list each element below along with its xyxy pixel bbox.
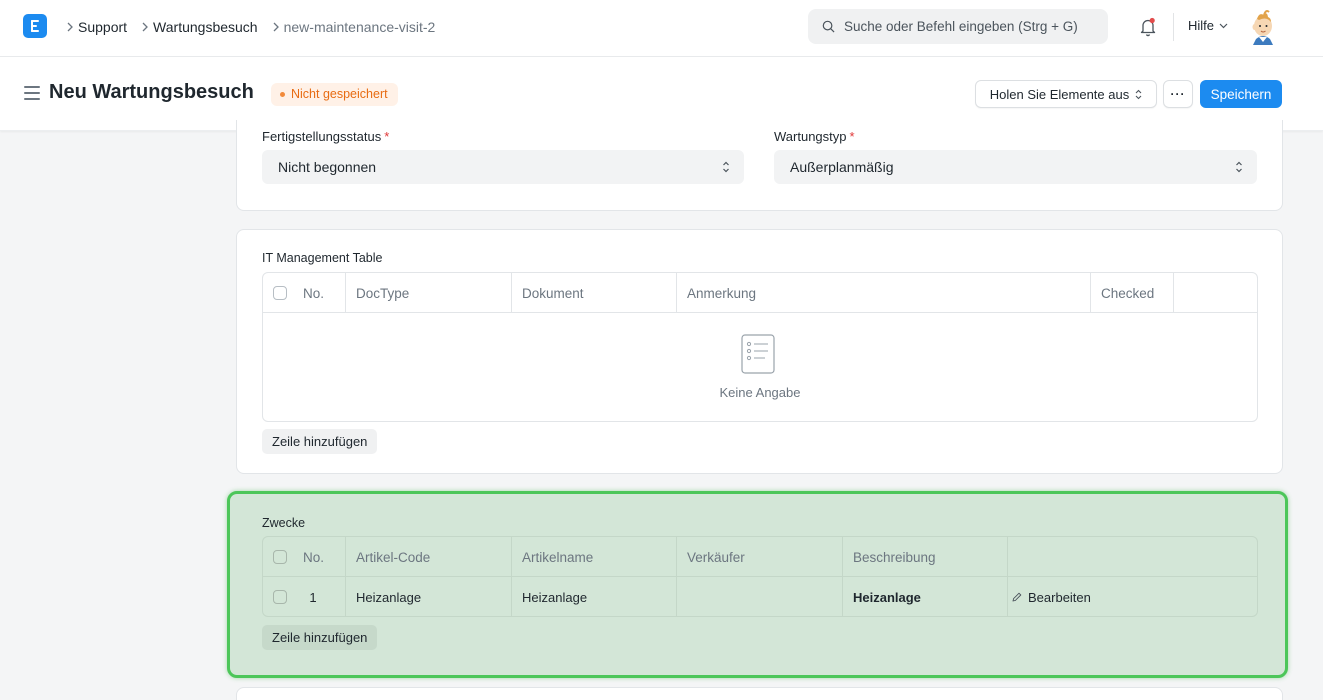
col-item-code: Artikel-Code [345,537,511,577]
table-row[interactable]: 1 Heizanlage Heizanlage Heizanlage Bearb… [263,577,1257,616]
help-dropdown[interactable]: Hilfe [1188,18,1228,33]
more-actions-button[interactable]: ··· [1163,80,1193,108]
it-management-label: IT Management Table [262,251,383,265]
col-document: Dokument [511,273,676,313]
completion-status-select[interactable]: Nicht begonnen [262,150,744,184]
pencil-icon [1012,592,1022,602]
chevron-right-icon [268,22,284,32]
add-row-button[interactable]: Zeile hinzufügen [262,625,378,650]
completion-status-label: Fertigstellungsstatus * [262,129,390,144]
col-no: No. [303,549,325,565]
get-items-from-button[interactable]: Holen Sie Elemente aus [975,80,1157,108]
col-description: Beschreibung [842,537,1007,577]
col-remark: Anmerkung [676,273,1090,313]
purposes-section: Zwecke No. Artikel-Code Artikelname Verk… [227,491,1288,678]
save-button[interactable]: Speichern [1200,80,1282,108]
col-doctype: DocType [345,273,511,313]
col-actions [1173,273,1257,313]
search-bar[interactable]: Suche oder Befehl eingeben (Strg + G) [808,9,1108,44]
status-section: Fertigstellungsstatus * Nicht begonnen Wa… [236,120,1283,211]
select-all-checkbox[interactable] [273,286,287,300]
row-checkbox[interactable] [273,590,287,604]
maintenance-type-value: Außerplanmäßig [790,159,894,175]
row-edit-label: Bearbeiten [1028,589,1091,605]
it-management-grid: No. DocType Dokument Anmerkung Checked K… [262,272,1258,422]
breadcrumb-maintenance-visit[interactable]: Wartungsbesuch [153,19,266,35]
row-description[interactable]: Heizanlage [842,577,1007,616]
sort-arrows-icon [1236,161,1242,173]
maintenance-type-label: Wartungstyp * [774,129,855,144]
row-no: 1 [309,589,317,605]
empty-state-text: Keine Angabe [719,385,801,400]
help-label: Hilfe [1188,18,1215,33]
empty-list-icon [741,334,775,374]
col-item-name: Artikelname [511,537,676,577]
navbar-divider [1173,13,1174,41]
status-badge: Nicht gespeichert [271,83,398,106]
search-icon [822,20,835,33]
chevron-right-icon [137,22,153,32]
breadcrumb-current: new-maintenance-visit-2 [283,19,436,35]
breadcrumb-support[interactable]: Support [78,19,135,35]
add-row-button[interactable]: Zeile hinzufügen [262,429,378,454]
it-management-section: IT Management Table No. DocType Dokument… [236,229,1283,474]
notification-bell-icon[interactable] [1139,17,1157,37]
maintenance-type-select[interactable]: Außerplanmäßig [774,150,1257,184]
col-actions [1007,537,1257,577]
navbar: Support Wartungsbesuch new-maintenance-v… [0,0,1323,57]
purposes-label: Zwecke [262,516,306,530]
grid-header-row: No. DocType Dokument Anmerkung Checked [263,273,1257,313]
chevron-down-icon [1219,23,1228,28]
page-title: Neu Wartungsbesuch [49,81,254,103]
row-item-name[interactable]: Heizanlage [511,577,676,616]
grid-header-row: No. Artikel-Code Artikelname Verkäufer B… [263,537,1257,577]
next-section [236,687,1283,700]
chevron-right-icon [62,22,78,32]
col-checked: Checked [1090,273,1173,313]
col-sales-person: Verkäufer [676,537,842,577]
app-logo[interactable] [23,14,47,38]
sort-arrows-icon [723,161,729,173]
sort-arrows-icon [1135,89,1142,99]
select-all-checkbox[interactable] [273,550,287,564]
col-no: No. [303,285,325,301]
row-edit-button[interactable]: Bearbeiten [1007,577,1257,616]
completion-status-value: Nicht begonnen [278,159,377,175]
purposes-grid: No. Artikel-Code Artikelname Verkäufer B… [262,536,1258,617]
empty-state: Keine Angabe [263,314,1257,421]
search-placeholder: Suche oder Befehl eingeben (Strg + G) [844,19,1078,34]
row-sales-person[interactable] [676,577,842,616]
row-item-code[interactable]: Heizanlage [345,577,511,616]
get-items-label: Holen Sie Elemente aus [989,86,1130,102]
breadcrumb: Support Wartungsbesuch new-maintenance-v… [62,17,443,37]
user-avatar[interactable] [1247,9,1279,45]
sidebar-toggle-icon[interactable] [24,86,40,100]
